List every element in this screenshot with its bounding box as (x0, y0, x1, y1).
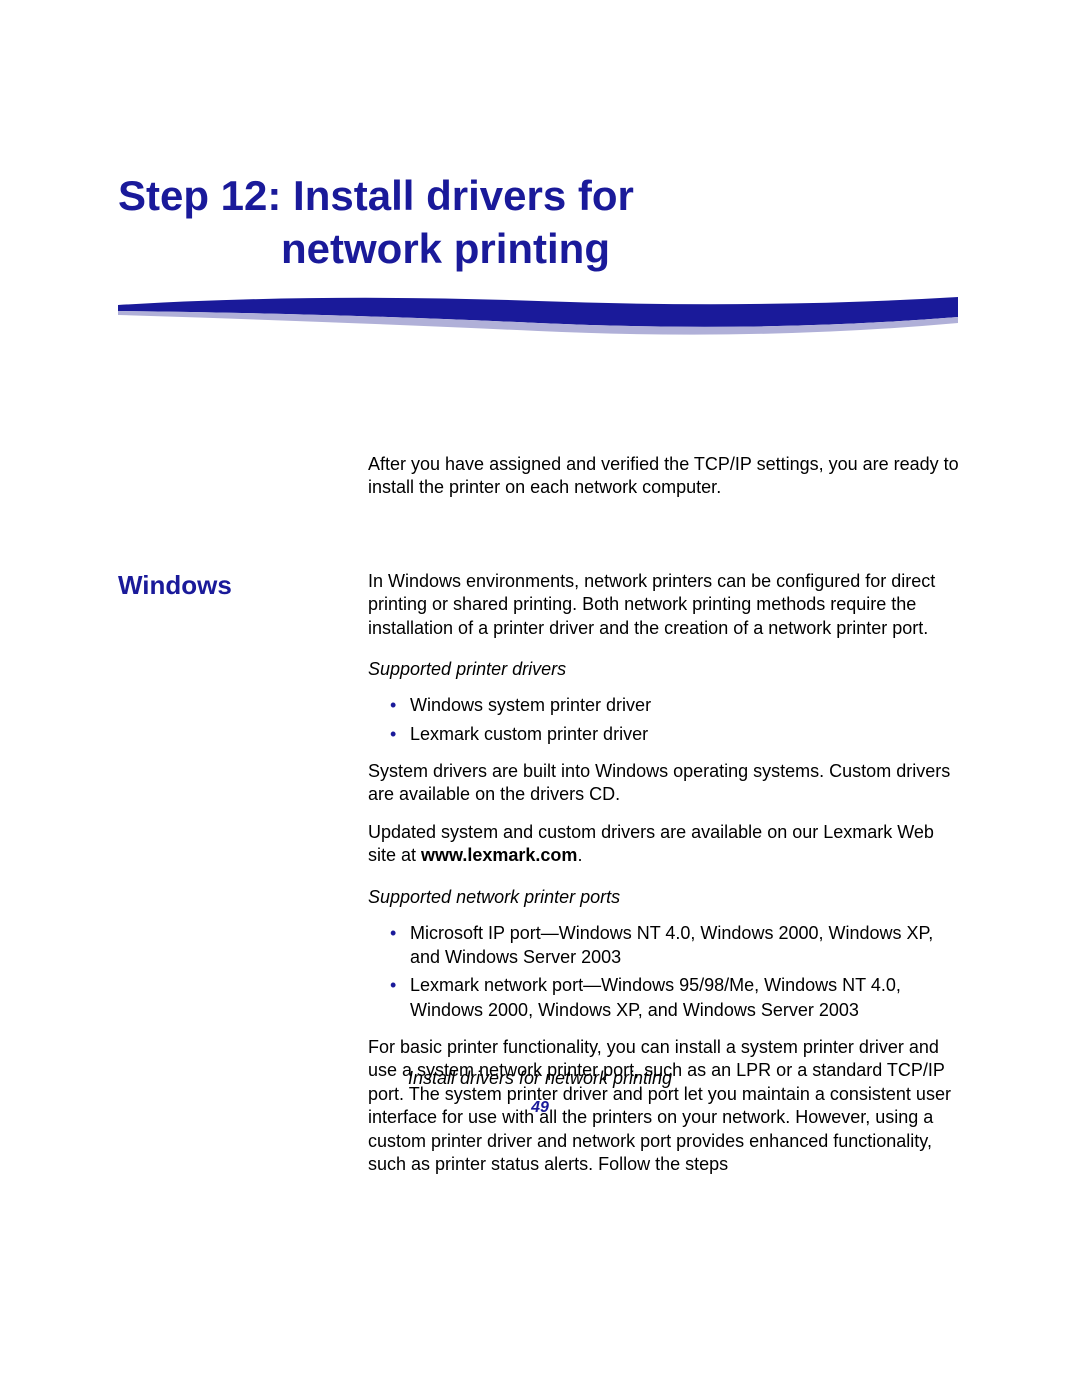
page-footer: Install drivers for network printing 49 (0, 1068, 1080, 1117)
lexmark-url: www.lexmark.com (421, 845, 577, 865)
intro-paragraph: After you have assigned and verified the… (368, 453, 962, 500)
paragraph-windows-intro: In Windows environments, network printer… (368, 570, 962, 640)
list-item: Lexmark network port—Windows 95/98/Me, W… (368, 973, 962, 1022)
page-title: Step 12: Install drivers for network pri… (118, 170, 962, 275)
paragraph-updated-drivers: Updated system and custom drivers are av… (368, 821, 962, 868)
list-item: Windows system printer driver (368, 693, 962, 717)
list-supported-drivers: Windows system printer driver Lexmark cu… (368, 693, 962, 746)
title-block: Step 12: Install drivers for network pri… (118, 170, 962, 358)
sidebar: Windows (118, 570, 350, 601)
paragraph-system-drivers: System drivers are built into Windows op… (368, 760, 962, 807)
section-heading-windows: Windows (118, 570, 350, 601)
list-item: Lexmark custom printer driver (368, 722, 962, 746)
swoosh-divider (118, 293, 958, 353)
footer-title: Install drivers for network printing (0, 1068, 1080, 1089)
list-item: Microsoft IP port—Windows NT 4.0, Window… (368, 921, 962, 970)
list-supported-ports: Microsoft IP port—Windows NT 4.0, Window… (368, 921, 962, 1022)
footer-page-number: 49 (0, 1099, 1080, 1117)
subheading-supported-drivers: Supported printer drivers (368, 658, 962, 681)
text-span: . (577, 845, 582, 865)
subheading-supported-ports: Supported network printer ports (368, 886, 962, 909)
title-line-2: network printing (118, 223, 962, 276)
intro-section: After you have assigned and verified the… (368, 453, 962, 500)
document-page: Step 12: Install drivers for network pri… (0, 0, 1080, 1190)
title-line-1: Step 12: Install drivers for (118, 170, 962, 223)
